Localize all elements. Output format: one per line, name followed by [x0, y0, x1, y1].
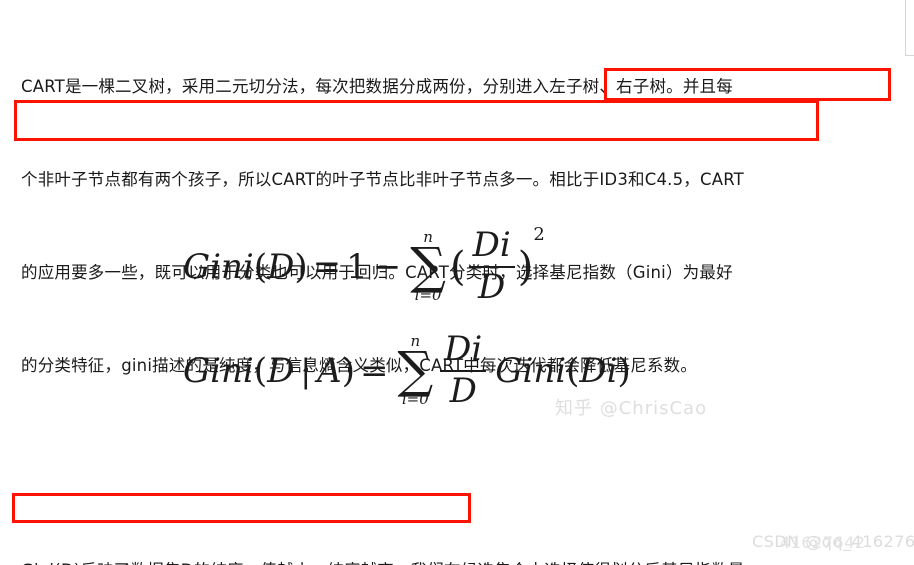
formula-1-argument: D — [267, 246, 295, 287]
formula-2-rhs-rparen: ) — [617, 350, 631, 391]
formula-1-fraction: Di D — [468, 225, 515, 306]
document-page: CART是一棵二叉树，采用二元切分法，每次把数据分成两份，分别进入左子树、右子树… — [0, 0, 914, 565]
formula-1-equals: = — [312, 246, 342, 287]
formula-1-summation: n ∑ i=0 — [410, 230, 446, 303]
formula-2-fraction: Di D — [440, 329, 487, 410]
formula-1-exponent: 2 — [533, 224, 545, 245]
formula-1-sum-lower-limit: i=0 — [414, 286, 442, 305]
csdn-watermark-overlay: 41627642 — [780, 533, 866, 552]
formula-1-denominator: D — [468, 265, 515, 306]
sigma-icon: ∑ — [397, 341, 434, 400]
formula-1-one: 1 — [346, 246, 368, 287]
formula-2-rhs-function-name: Gini — [495, 350, 567, 391]
formula-2-function-name: Gini — [183, 350, 254, 391]
formula-2-argument-d: D — [267, 350, 295, 391]
formula-2-numerator: Di — [444, 329, 483, 369]
formula-2-denominator: D — [440, 369, 487, 410]
formula-2-equals: = — [359, 350, 389, 391]
paragraph-bottom-line-1: Gini(D)反映了数据集D的纯度，值越小，纯度越高。我们在候选集合中选择使得划… — [21, 555, 901, 565]
paragraph-top-line-1: CART是一棵二叉树，采用二元切分法，每次把数据分成两份，分别进入左子树、右子树… — [21, 77, 733, 96]
formula-1-lparen: ( — [253, 246, 268, 287]
paragraph-bottom: Gini(D)反映了数据集D的纯度，值越小，纯度越高。我们在候选集合中选择使得划… — [21, 493, 901, 565]
csdn-watermark: CSDN @qq_41627642 41627642 — [752, 532, 914, 552]
formula-2-rhs-lparen: ( — [566, 350, 580, 391]
sigma-icon: ∑ — [410, 237, 446, 296]
formula-2-rhs-argument: Di — [579, 350, 618, 391]
formula-1-function-name: Gini — [183, 246, 254, 287]
formula-2-lparen: ( — [253, 350, 268, 391]
formula-1-open-paren: ( — [449, 243, 466, 290]
page-frame-corner — [905, 0, 914, 56]
formula-2-argument-a: A — [317, 350, 342, 391]
formula-2-summation: n ∑ i=0 — [397, 334, 433, 407]
formula-gini-definition: Gini ( D ) = 1 − n ∑ i=0 ( Di D ) 2 — [183, 224, 545, 306]
formula-1-numerator: Di — [472, 225, 511, 265]
zhihu-watermark: 知乎 @ChrisCao — [555, 398, 708, 419]
formula-1-close-paren: ) — [517, 243, 534, 290]
formula-2-sum-lower-limit: i=0 — [401, 390, 429, 409]
paragraph-top-line-2: 个非叶子节点都有两个孩子，所以CART的叶子节点比非叶子节点多一。相比于ID3和… — [21, 170, 744, 189]
formula-2-rparen: ) — [341, 350, 355, 391]
formula-1-minus: − — [372, 246, 402, 287]
formula-1-rparen: ) — [294, 246, 308, 287]
formula-2-conditional-bar: | — [300, 351, 312, 390]
